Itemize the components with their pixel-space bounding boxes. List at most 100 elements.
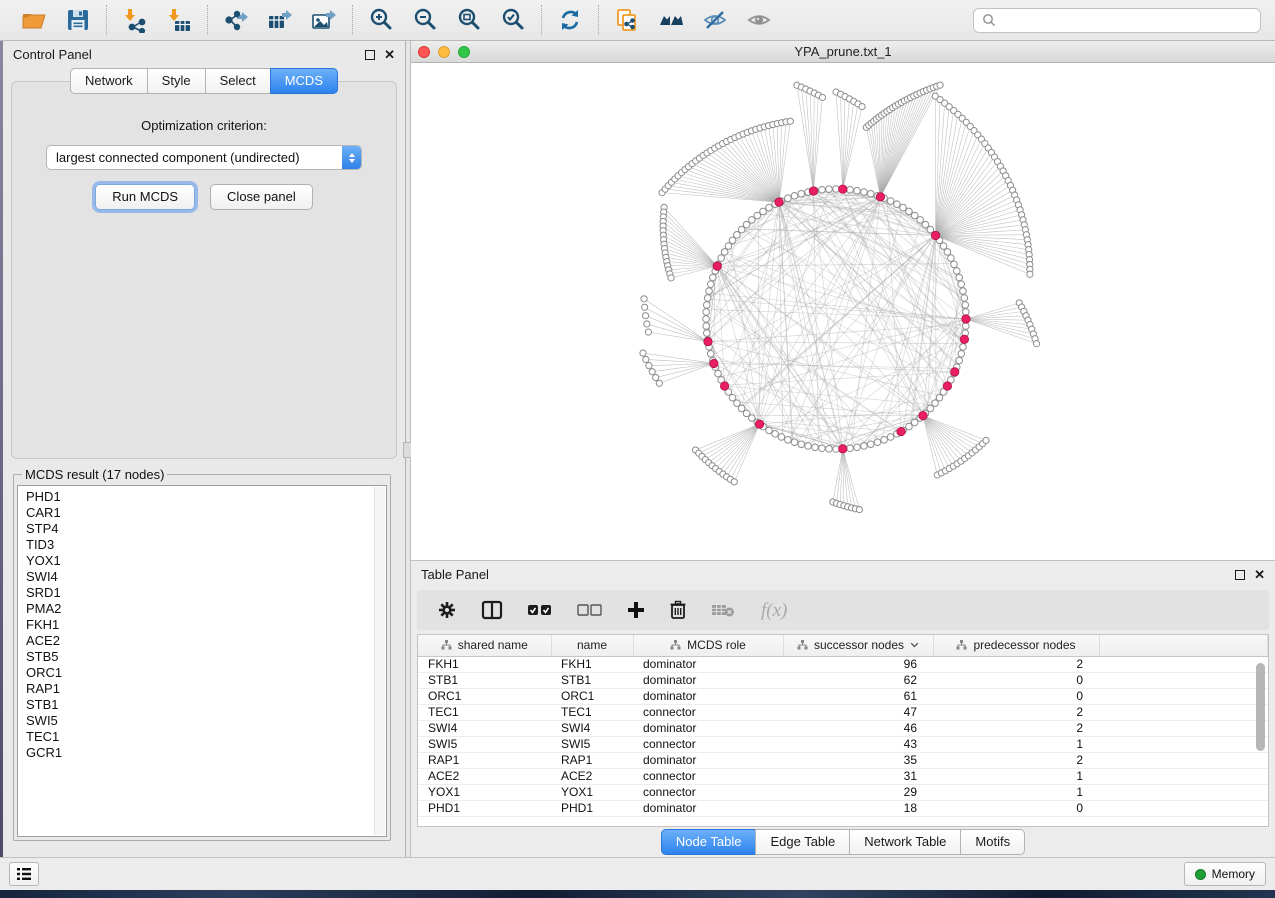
graph-node[interactable] bbox=[911, 212, 918, 219]
mcds-result-item[interactable]: ORC1 bbox=[26, 665, 378, 681]
table-cell[interactable]: 96 bbox=[783, 656, 933, 672]
zoom-selected-icon[interactable] bbox=[499, 6, 527, 34]
export-network-icon[interactable] bbox=[222, 6, 250, 34]
graph-node[interactable] bbox=[861, 443, 868, 450]
table-tab-network-table[interactable]: Network Table bbox=[849, 829, 961, 855]
mcds-result-item[interactable]: GCR1 bbox=[26, 745, 378, 761]
graph-node[interactable] bbox=[707, 281, 714, 288]
close-panel-icon[interactable]: ✕ bbox=[384, 50, 395, 60]
table-row[interactable]: ACE2ACE2connector311 bbox=[418, 768, 1268, 784]
mcds-dominator-node[interactable] bbox=[704, 337, 712, 345]
graph-node[interactable] bbox=[951, 261, 958, 268]
close-panel-button[interactable]: Close panel bbox=[210, 184, 313, 210]
network-window-titlebar[interactable]: YPA_prune.txt_1 bbox=[411, 41, 1275, 63]
graph-node[interactable] bbox=[854, 444, 861, 451]
graph-node[interactable] bbox=[785, 436, 792, 443]
table-options-icon[interactable] bbox=[437, 597, 457, 623]
table-cell[interactable]: PHD1 bbox=[418, 800, 551, 816]
tab-mcds[interactable]: MCDS bbox=[270, 68, 338, 94]
table-cell[interactable]: connector bbox=[633, 704, 783, 720]
mcds-result-item[interactable]: STB1 bbox=[26, 697, 378, 713]
table-cell[interactable]: 62 bbox=[783, 672, 933, 688]
task-history-button[interactable] bbox=[9, 862, 39, 886]
table-row[interactable]: SWI5SWI5connector431 bbox=[418, 736, 1268, 752]
graph-node[interactable] bbox=[718, 255, 725, 262]
tab-network[interactable]: Network bbox=[70, 68, 148, 94]
table-tab-node-table[interactable]: Node Table bbox=[661, 829, 757, 855]
mcds-result-item[interactable]: STP4 bbox=[26, 521, 378, 537]
graph-node[interactable] bbox=[791, 439, 798, 446]
graph-node[interactable] bbox=[911, 419, 918, 426]
graph-node[interactable] bbox=[1027, 271, 1033, 277]
mcds-dominator-node[interactable] bbox=[710, 359, 718, 367]
graph-node[interactable] bbox=[785, 195, 792, 202]
graph-node[interactable] bbox=[703, 323, 710, 330]
first-neighbors-icon[interactable] bbox=[657, 6, 685, 34]
table-cell[interactable]: 31 bbox=[783, 768, 933, 784]
table-cell[interactable]: STB1 bbox=[418, 672, 551, 688]
mcds-result-item[interactable]: CAR1 bbox=[26, 505, 378, 521]
share-document-icon[interactable] bbox=[613, 6, 641, 34]
table-cell[interactable]: dominator bbox=[633, 720, 783, 736]
table-cell[interactable]: FKH1 bbox=[418, 656, 551, 672]
mcds-dominator-node[interactable] bbox=[951, 368, 959, 376]
table-row[interactable]: STB1STB1dominator620 bbox=[418, 672, 1268, 688]
column-header-MCDS-role[interactable]: MCDS role bbox=[633, 635, 783, 656]
mcds-dominator-node[interactable] bbox=[943, 382, 951, 390]
graph-node[interactable] bbox=[960, 288, 967, 295]
table-cell[interactable]: 2 bbox=[933, 656, 1099, 672]
graph-node[interactable] bbox=[819, 445, 826, 452]
graph-node[interactable] bbox=[819, 94, 825, 100]
mcds-result-item[interactable]: STB5 bbox=[26, 649, 378, 665]
graph-node[interactable] bbox=[644, 321, 650, 327]
mcds-result-item[interactable]: PHD1 bbox=[26, 489, 378, 505]
graph-node[interactable] bbox=[963, 323, 970, 330]
tab-style[interactable]: Style bbox=[147, 68, 206, 94]
graph-node[interactable] bbox=[956, 357, 963, 364]
graph-node[interactable] bbox=[956, 274, 963, 281]
graph-node[interactable] bbox=[948, 255, 955, 262]
graph-node[interactable] bbox=[805, 443, 812, 450]
graph-node[interactable] bbox=[731, 479, 737, 485]
import-network-icon[interactable] bbox=[121, 6, 149, 34]
mcds-dominator-node[interactable] bbox=[876, 193, 884, 201]
graph-node[interactable] bbox=[766, 427, 773, 434]
table-cell[interactable]: FKH1 bbox=[551, 656, 633, 672]
table-cell[interactable]: 0 bbox=[933, 800, 1099, 816]
graph-node[interactable] bbox=[887, 434, 894, 441]
mcds-result-item[interactable]: SWI4 bbox=[26, 569, 378, 585]
criterion-select[interactable]: largest connected component (undirected) bbox=[46, 145, 362, 170]
mcds-result-item[interactable]: FKH1 bbox=[26, 617, 378, 633]
column-header-predecessor-nodes[interactable]: predecessor nodes bbox=[933, 635, 1099, 656]
graph-node[interactable] bbox=[729, 394, 736, 401]
close-table-panel-icon[interactable]: ✕ bbox=[1254, 570, 1265, 580]
show-all-icon[interactable] bbox=[745, 6, 773, 34]
mcds-result-item[interactable]: TID3 bbox=[26, 537, 378, 553]
node-table[interactable]: shared namenameMCDS rolesuccessor nodesp… bbox=[418, 635, 1268, 817]
table-cell[interactable]: dominator bbox=[633, 752, 783, 768]
zoom-out-icon[interactable] bbox=[411, 6, 439, 34]
mcds-result-item[interactable]: TEC1 bbox=[26, 729, 378, 745]
graph-node[interactable] bbox=[944, 249, 951, 256]
mcds-dominator-node[interactable] bbox=[720, 382, 728, 390]
graph-node[interactable] bbox=[826, 186, 833, 193]
graph-node[interactable] bbox=[819, 186, 826, 193]
graph-node[interactable] bbox=[894, 201, 901, 208]
table-cell[interactable]: 1 bbox=[933, 736, 1099, 752]
table-cell[interactable]: 1 bbox=[933, 768, 1099, 784]
table-cell[interactable]: YOX1 bbox=[418, 784, 551, 800]
graph-node[interactable] bbox=[754, 212, 761, 219]
select-all-icon[interactable] bbox=[527, 597, 553, 623]
graph-node[interactable] bbox=[766, 204, 773, 211]
graph-node[interactable] bbox=[960, 344, 967, 351]
table-tab-edge-table[interactable]: Edge Table bbox=[755, 829, 850, 855]
column-header-successor-nodes[interactable]: successor nodes bbox=[783, 635, 933, 656]
table-cell[interactable]: dominator bbox=[633, 656, 783, 672]
import-table-icon[interactable] bbox=[165, 6, 193, 34]
graph-node[interactable] bbox=[983, 437, 989, 443]
graph-node[interactable] bbox=[703, 330, 710, 337]
graph-node[interactable] bbox=[710, 274, 717, 281]
graph-node[interactable] bbox=[963, 309, 970, 316]
graph-node[interactable] bbox=[936, 394, 943, 401]
graph-node[interactable] bbox=[906, 423, 913, 430]
